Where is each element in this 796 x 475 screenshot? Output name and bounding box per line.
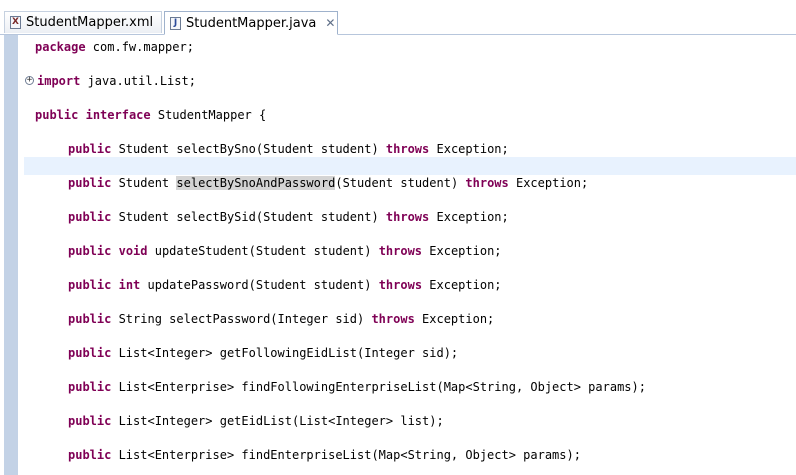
occurrence-highlight[interactable]: selectBySnoAndPassword [176,176,336,190]
keyword: interface [85,108,151,122]
code-line-method: public int updatePassword(Student studen… [24,276,796,294]
keyword: throws [378,244,423,258]
tab-studentmapper-xml[interactable]: X StudentMapper.xml [4,11,162,33]
editor-tab-bar: X StudentMapper.xml J StudentMapper.java… [0,0,796,35]
tab-label: StudentMapper.xml [26,15,154,30]
tab-label: StudentMapper.java [186,15,317,31]
code-text: Student selectBySno(Student student) [111,142,386,156]
keyword: public [68,210,112,224]
code-text: List<Integer> getFollowingEidList(Intege… [111,346,459,360]
code-line-method: public String selectPassword(Integer sid… [24,310,796,328]
code-area[interactable]: package com.fw.mapper; + import java.util… [24,35,796,475]
code-text: Exception; [422,244,502,258]
current-line-highlight [24,157,796,175]
code-text: Student selectBySid(Student student) [111,210,386,224]
keyword: public [68,448,112,462]
code-text: Student [111,176,177,190]
code-text: java.util.List; [80,74,196,88]
java-file-icon: J [170,16,181,30]
keyword: throws [465,176,509,190]
code-line-method: public List<Enterprise> findFollowingEnt… [24,378,796,396]
code-text: String selectPassword(Integer sid) [111,312,372,326]
code-line-interface: public interface StudentMapper { [24,106,796,124]
code-line-method: public List<Enterprise> findEnterpriseLi… [24,446,796,464]
code-line-import: + import java.util.List; [24,72,796,90]
code-text: com.fw.mapper; [85,40,194,54]
code-line-package: package com.fw.mapper; [24,38,796,56]
keyword: public [68,176,112,190]
keyword: public [68,380,112,394]
keyword: public [35,108,79,122]
code-text: Exception; [508,176,589,190]
code-text: Exception; [429,142,509,156]
code-text: (Student student) [335,176,466,190]
keyword: package [35,40,86,54]
keyword: public [68,346,112,360]
keyword: import [37,74,81,88]
code-text: Exception; [429,210,509,224]
keyword: public [68,142,112,156]
keyword: void [118,244,148,258]
keyword: throws [378,278,423,292]
code-text: updatePassword(Student student) [140,278,379,292]
keyword: throws [371,312,415,326]
keyword: public [68,244,112,258]
code-text: List<Integer> getEidList(List<Integer> l… [111,414,444,428]
tab-studentmapper-java[interactable]: J StudentMapper.java ✕ [164,11,338,35]
code-line-method: public void updateStudent(Student studen… [24,242,796,260]
code-line-method: public List<Integer> getFollowingEidList… [24,344,796,362]
fold-expand-icon[interactable]: + [25,76,34,85]
code-line-method: public Student selectBySnoAndPassword(St… [24,174,796,192]
code-text: Exception; [414,312,495,326]
keyword: public [68,278,112,292]
code-text: List<Enterprise> findFollowingEnterprise… [111,380,646,394]
keyword: throws [385,210,430,224]
close-icon[interactable]: ✕ [325,16,335,30]
keyword: public [68,312,112,326]
xml-file-icon: X [10,16,21,29]
keyword: int [118,278,141,292]
code-line-method: public Student selectBySid(Student stude… [24,208,796,226]
quick-diff-ruler [4,35,18,475]
code-text: updateStudent(Student student) [147,244,379,258]
code-text: Exception; [422,278,502,292]
keyword: throws [385,142,430,156]
code-line-method: public List<Integer> getEidList(List<Int… [24,412,796,430]
keyword: public [68,414,112,428]
code-text: List<Enterprise> findEnterpriseList(Map<… [111,448,581,462]
code-editor[interactable]: package com.fw.mapper; + import java.util… [0,35,796,475]
code-text: StudentMapper { [150,108,267,122]
code-line-method: public Student selectBySno(Student stude… [24,140,796,158]
